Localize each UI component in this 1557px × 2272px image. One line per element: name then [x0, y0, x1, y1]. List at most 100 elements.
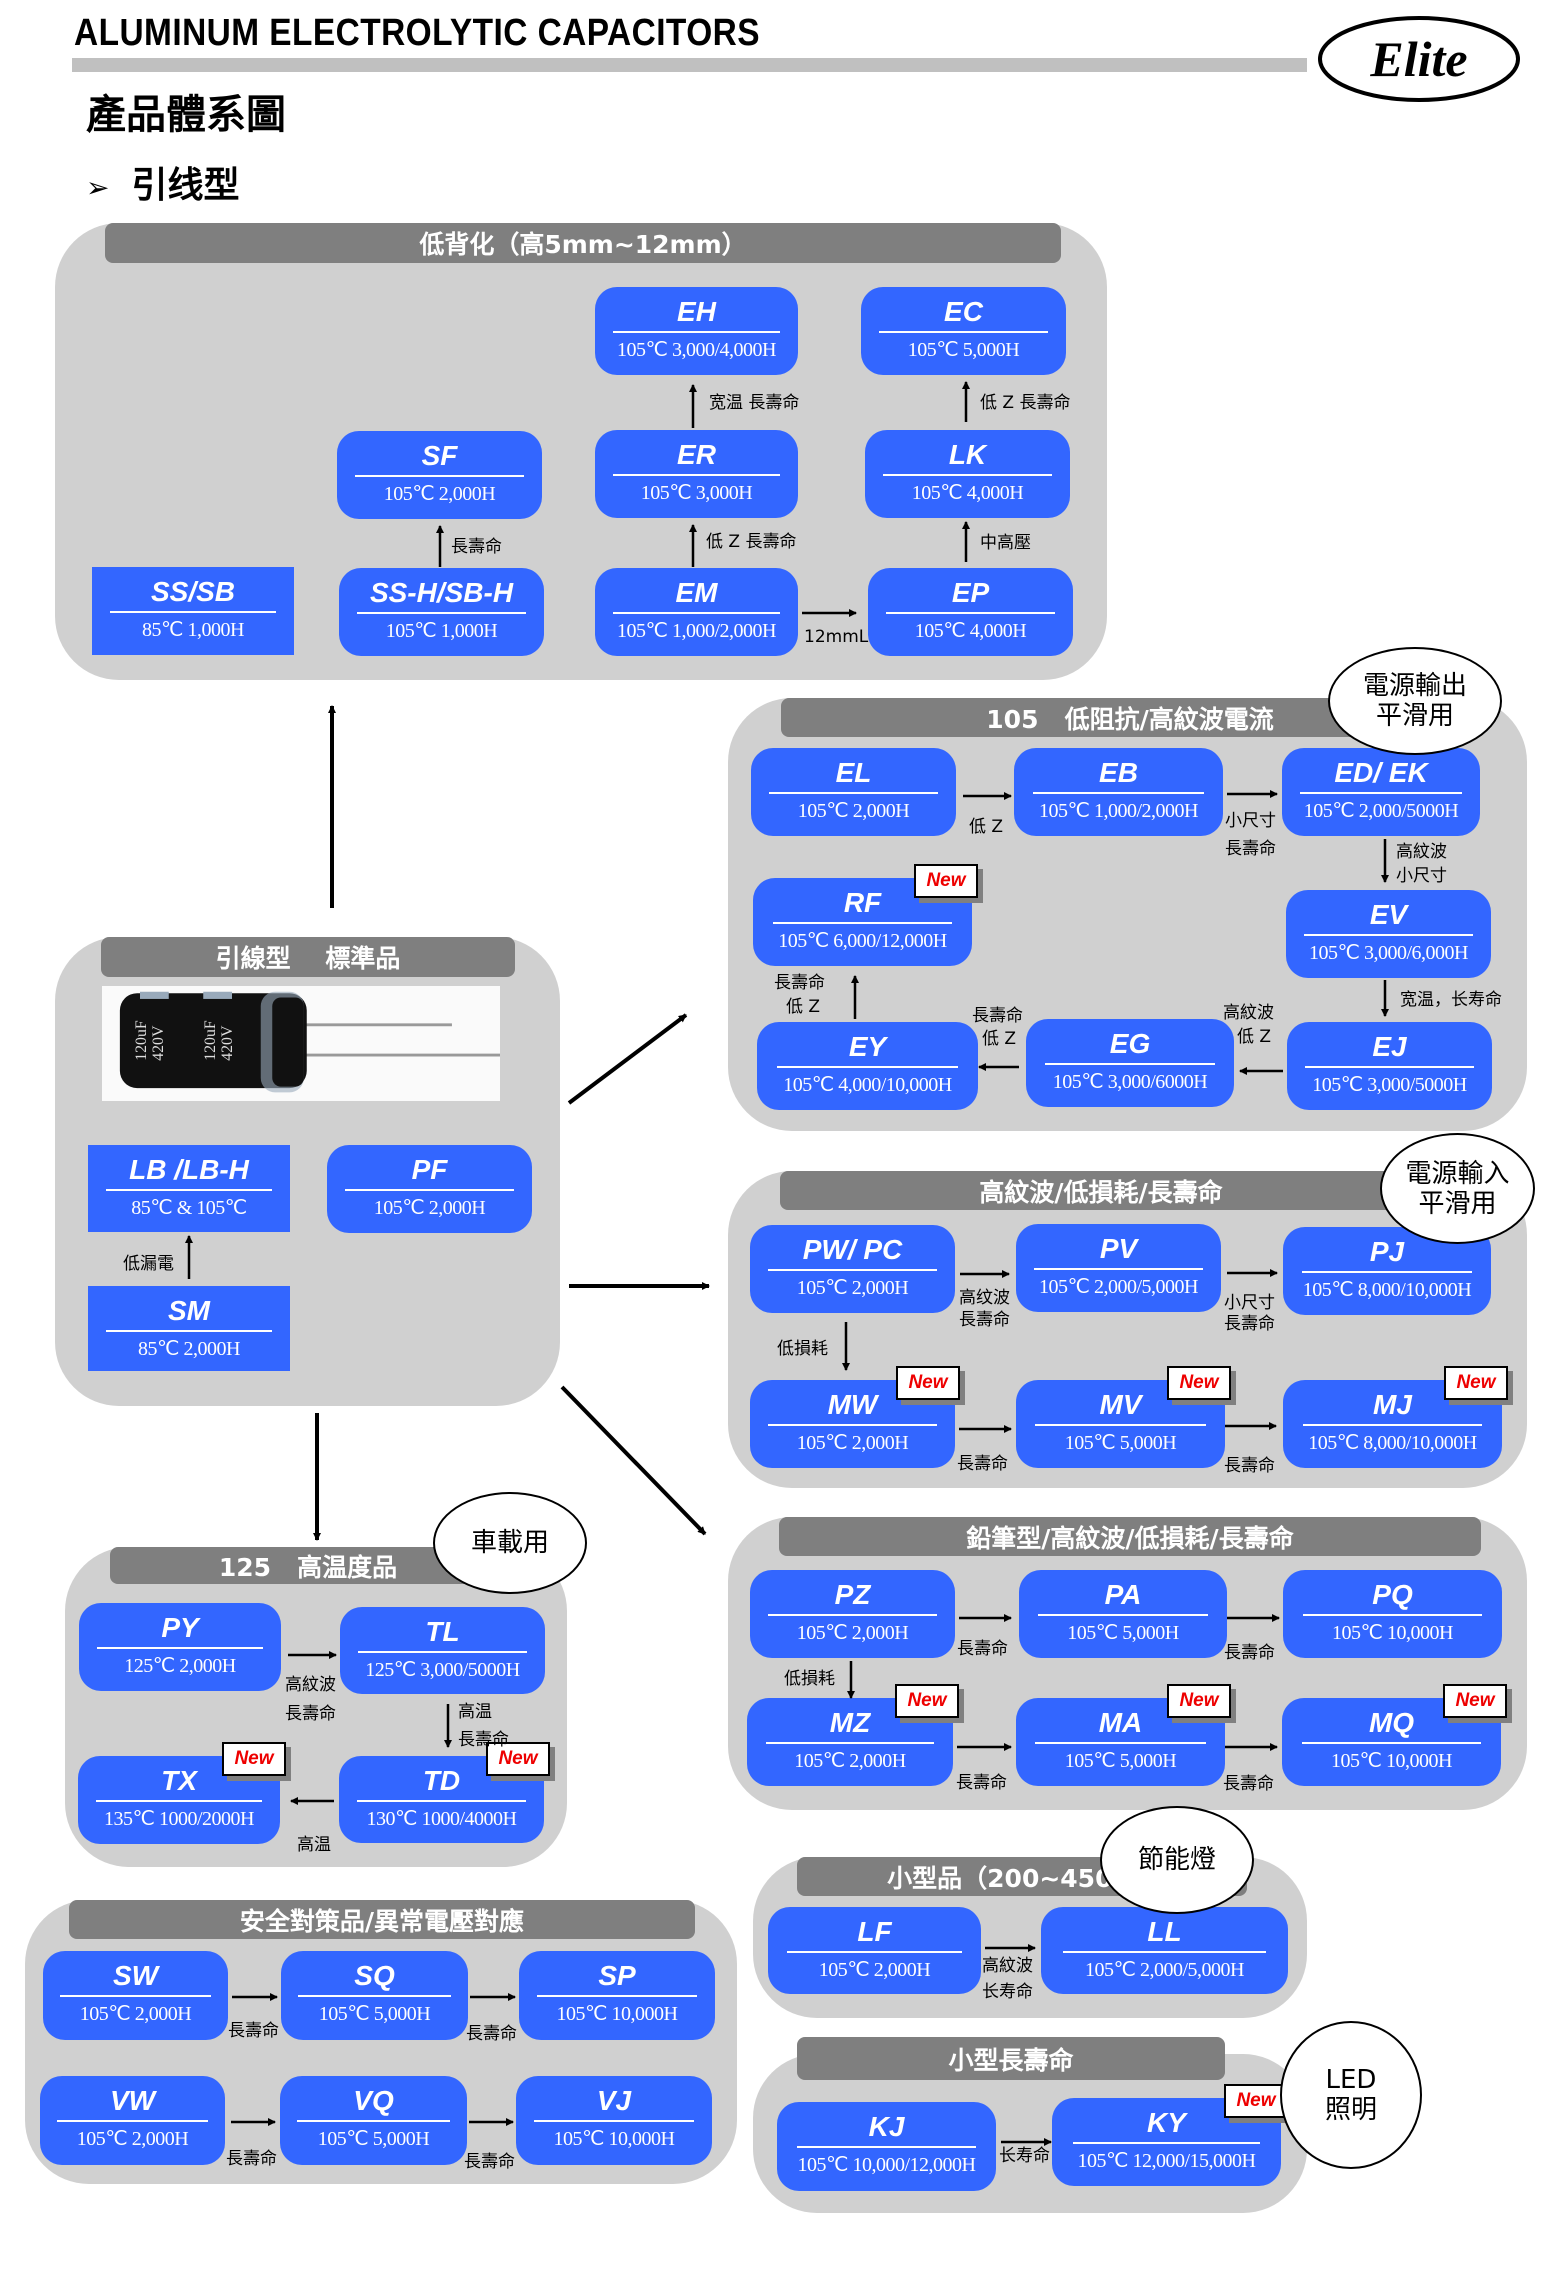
series-name: PF	[411, 1154, 448, 1185]
series-box-ll[interactable]: LL 105℃ 2,000/5,000H	[1041, 1907, 1288, 1994]
panel-title-safety: 安全對策品/異常電壓對應	[69, 1900, 695, 1939]
series-spec: 105℃ 2,000H	[373, 1197, 486, 1219]
arrow-label: 高温	[458, 1702, 492, 1722]
document-title: ALUMINUM ELECTROLYTIC CAPACITORS	[74, 12, 760, 54]
series-box-eh[interactable]: EH 105℃ 3,000/4,000H	[595, 287, 798, 375]
arrow-label: 長壽命	[1224, 1456, 1275, 1476]
series-spec: 85℃ 2,000H	[138, 1338, 240, 1360]
bullet-arrow-icon: ➢	[86, 171, 110, 204]
series-box-ss_sb[interactable]: SS/SB 85℃ 1,000H	[92, 567, 294, 655]
series-box-er[interactable]: ER 105℃ 3,000H	[595, 430, 798, 518]
arrow-label: 長壽命	[466, 2024, 517, 2044]
series-box-ssh_sbh[interactable]: SS-H/SB-H 105℃ 1,000H	[339, 568, 544, 656]
panel-title-small_long: 小型長壽命	[797, 2037, 1225, 2080]
product-system-chart: ALUMINUM ELECTROLYTIC CAPACITORS Elite 產…	[0, 0, 1557, 2272]
series-spec: 105℃ 8,000/10,000H	[1308, 1432, 1477, 1454]
arrow-label: 高紋波	[1396, 842, 1447, 862]
series-box-ep[interactable]: EP 105℃ 4,000H	[868, 568, 1073, 656]
arrow-label: 長壽命	[957, 1639, 1008, 1659]
series-spec: 105℃ 8,000/10,000H	[1302, 1279, 1472, 1301]
arrow-label: 低 Z	[982, 1029, 1017, 1049]
series-spec: 105℃ 2,000/5,000H	[1085, 1959, 1244, 1981]
series-spec: 85℃ & 105℃	[131, 1197, 247, 1219]
series-box-lf[interactable]: LF 105℃ 2,000H	[768, 1907, 981, 1994]
series-spec: 85℃ 1,000H	[142, 619, 244, 641]
panel-title-pencil: 鉛筆型/高紋波/低損耗/長壽命	[779, 1517, 1481, 1556]
series-box-sq[interactable]: SQ 105℃ 5,000H	[281, 1951, 468, 2040]
series-box-vj[interactable]: VJ 105℃ 10,000H	[516, 2076, 712, 2165]
new-badge: New	[1444, 1366, 1508, 1400]
series-spec: 105℃ 5,000H	[1067, 1622, 1179, 1644]
series-box-el[interactable]: EL 105℃ 2,000H	[751, 748, 956, 836]
series-spec: 105℃ 2,000/5,000H	[1039, 1276, 1198, 1298]
series-box-sp[interactable]: SP 105℃ 10,000H	[519, 1951, 715, 2040]
series-spec: 105℃ 2,000H	[796, 1622, 909, 1644]
series-spec: 105℃ 3,000H	[640, 482, 753, 504]
series-box-vw[interactable]: VW 105℃ 2,000H	[40, 2076, 225, 2165]
series-name: SP	[598, 1960, 636, 1991]
svg-text:120uF: 120uF	[133, 1020, 150, 1061]
divider	[613, 474, 780, 476]
series-name: PQ	[1372, 1579, 1413, 1610]
series-spec: 105℃ 2,000H	[818, 1959, 931, 1981]
series-box-pa[interactable]: PA 105℃ 5,000H	[1019, 1570, 1227, 1658]
series-box-ej[interactable]: EJ 105℃ 3,000/5000H	[1287, 1022, 1492, 1110]
series-name: LK	[948, 439, 987, 470]
series-name: EP	[951, 577, 990, 608]
series-box-pq[interactable]: PQ 105℃ 10,000H	[1283, 1570, 1502, 1658]
series-box-ec[interactable]: EC 105℃ 5,000H	[861, 287, 1066, 375]
page-title: 產品體系圖	[86, 92, 286, 138]
series-spec: 135℃ 1000/2000H	[104, 1808, 254, 1830]
series-box-sw[interactable]: SW 105℃ 2,000H	[43, 1951, 228, 2040]
divider	[1072, 2142, 1261, 2144]
arrow-label: 高紋波	[1223, 1003, 1274, 1023]
series-box-sf[interactable]: SF 105℃ 2,000H	[337, 431, 542, 519]
series-box-pw[interactable]: PW/ PC 105℃ 2,000H	[750, 1225, 955, 1313]
series-box-sm[interactable]: SM 85℃ 2,000H	[88, 1286, 290, 1371]
series-box-ey[interactable]: EY 105℃ 4,000/10,000H	[757, 1022, 978, 1110]
divider	[1063, 1951, 1266, 1953]
series-spec: 105℃ 10,000H	[553, 2128, 675, 2150]
series-box-vq[interactable]: VQ 105℃ 5,000H	[280, 2076, 467, 2165]
series-box-py[interactable]: PY 125℃ 2,000H	[79, 1603, 281, 1691]
arrow-label: 高温	[297, 1835, 331, 1855]
series-spec: 105℃ 2,000H	[796, 1432, 909, 1454]
divider	[1034, 1424, 1207, 1426]
arrow-label: 高紋波	[982, 1956, 1033, 1976]
usage-bubble-small: 節能燈	[1100, 1806, 1254, 1914]
series-box-eg[interactable]: EG 105℃ 3,000/6000H	[1026, 1019, 1234, 1107]
divider	[886, 612, 1055, 614]
series-name: ED/ EK	[1334, 757, 1428, 788]
arrow-label: 长寿命	[999, 2146, 1050, 2166]
series-spec: 105℃ 6,000/12,000H	[778, 930, 947, 952]
series-spec: 105℃ 4,000H	[914, 620, 1027, 642]
new-badge: New	[222, 1742, 286, 1776]
series-box-eb[interactable]: EB 105℃ 1,000/2,000H	[1014, 748, 1223, 836]
series-name: PW/ PC	[802, 1234, 903, 1265]
series-box-tl[interactable]: TL 125℃ 3,000/5000H	[340, 1607, 545, 1694]
series-name: EH	[677, 296, 716, 327]
series-spec: 105℃ 10,000/12,000H	[797, 2154, 976, 2176]
series-spec: 105℃ 2,000H	[76, 2128, 189, 2150]
series-name: VQ	[353, 2085, 394, 2116]
divider	[1302, 1424, 1483, 1426]
series-box-em[interactable]: EM 105℃ 1,000/2,000H	[595, 568, 798, 656]
divider	[357, 1800, 526, 1802]
divider	[796, 2146, 977, 2148]
divider	[1034, 1268, 1203, 1270]
series-box-kj[interactable]: KJ 105℃ 10,000/12,000H	[777, 2102, 996, 2191]
divider	[768, 1614, 937, 1616]
arrow-label: 長壽命	[285, 1704, 336, 1724]
series-box-pf[interactable]: PF 105℃ 2,000H	[327, 1145, 532, 1233]
series-box-pv[interactable]: PV 105℃ 2,000/5,000H	[1016, 1224, 1221, 1312]
series-name: SF	[421, 440, 458, 471]
series-box-lk[interactable]: LK 105℃ 4,000H	[865, 430, 1070, 518]
series-box-ed[interactable]: ED/ EK 105℃ 2,000/5000H	[1282, 748, 1480, 836]
arrow-label: 低 Z 長壽命	[980, 393, 1071, 413]
usage-bubble-high_ripple: 電源輸入 平滑用	[1380, 1133, 1535, 1244]
series-box-lb[interactable]: LB /LB-H 85℃ & 105℃	[88, 1145, 290, 1232]
arrow-label: 長壽命	[1224, 1314, 1275, 1334]
arrow-label: 長壽命	[228, 2021, 279, 2041]
series-box-ev[interactable]: EV 105℃ 3,000/6,000H	[1286, 890, 1491, 978]
series-box-pz[interactable]: PZ 105℃ 2,000H	[750, 1570, 955, 1658]
